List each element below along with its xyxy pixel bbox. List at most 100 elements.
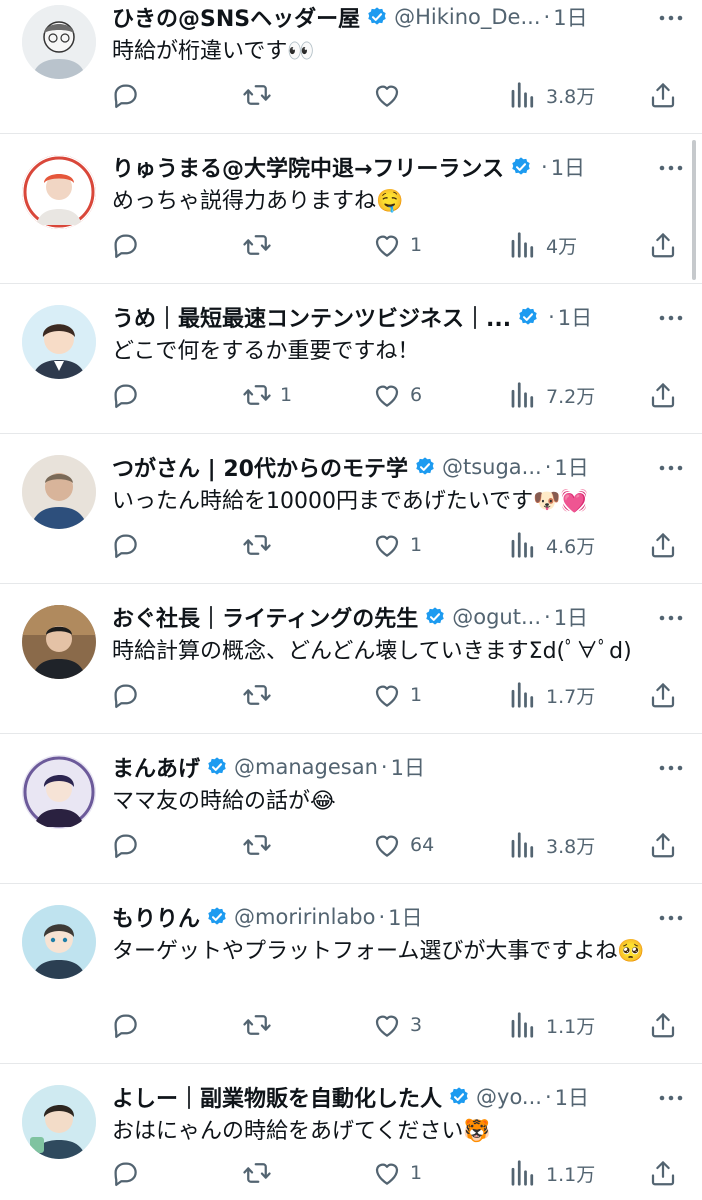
views-button[interactable]: 1.7万 — [508, 675, 595, 715]
display-name[interactable]: ひきの@SNSヘッダー屋 — [112, 1, 360, 33]
reply-button[interactable] — [110, 1153, 148, 1193]
tweet-card[interactable]: つがさん | 20代からのモテ学 @tsuga... · 1日 いったん時給を1… — [0, 450, 702, 584]
reply-button[interactable] — [110, 1005, 148, 1045]
views-button[interactable]: 1.1万 — [508, 1153, 595, 1193]
tweet-card[interactable]: りゅうまる@大学院中退→フリーランス · 1日 めっちゃ説得力ありますね🤤 1 … — [0, 150, 702, 284]
user-handle[interactable]: @ogut... — [452, 605, 541, 629]
avatar[interactable] — [22, 5, 96, 79]
scrollbar[interactable] — [692, 140, 696, 280]
timestamp[interactable]: 1日 — [555, 1082, 589, 1112]
more-icon[interactable] — [656, 458, 686, 478]
like-count: 3 — [410, 1014, 423, 1036]
retweet-button[interactable] — [242, 675, 280, 715]
like-button[interactable]: 64 — [372, 825, 434, 865]
share-button[interactable] — [648, 1153, 678, 1193]
display-name[interactable]: まんあげ — [112, 751, 200, 783]
user-handle[interactable]: @managesan — [234, 755, 378, 779]
avatar[interactable] — [22, 455, 96, 529]
like-button[interactable]: 3 — [372, 1005, 422, 1045]
views-button[interactable]: 3.8万 — [508, 825, 595, 865]
reply-button[interactable] — [110, 225, 148, 265]
reply-icon — [110, 680, 140, 710]
more-icon[interactable] — [656, 1088, 686, 1108]
avatar[interactable] — [22, 905, 96, 979]
views-icon — [508, 1158, 538, 1188]
views-button[interactable]: 3.8万 — [508, 75, 595, 115]
share-button[interactable] — [648, 525, 678, 565]
share-button[interactable] — [648, 375, 678, 415]
tweet-card[interactable]: うめ｜最短最速コンテンツビジネス｜... · 1日 どこで何をするか重要ですね！… — [0, 300, 702, 434]
separator-dot: · — [380, 755, 388, 779]
tweet-card[interactable]: ひきの@SNSヘッダー屋 @Hikino_De... · 1日 時給が桁違いです… — [0, 0, 702, 134]
user-handle[interactable]: @moririnlabo — [234, 905, 375, 929]
share-button[interactable] — [648, 1005, 678, 1045]
display-name[interactable]: うめ｜最短最速コンテンツビジネス｜... — [112, 301, 511, 333]
more-icon[interactable] — [656, 608, 686, 628]
retweet-button[interactable] — [242, 1005, 280, 1045]
views-icon — [508, 680, 538, 710]
share-icon — [648, 680, 678, 710]
views-button[interactable]: 4.6万 — [508, 525, 595, 565]
retweet-button[interactable] — [242, 225, 280, 265]
timestamp[interactable]: 1日 — [391, 752, 425, 782]
verified-badge-icon — [206, 756, 228, 778]
reply-button[interactable] — [110, 75, 148, 115]
more-icon[interactable] — [656, 908, 686, 928]
timestamp[interactable]: 1日 — [388, 902, 422, 932]
retweet-button[interactable] — [242, 525, 280, 565]
like-button[interactable]: 1 — [372, 1153, 422, 1193]
tweet-card[interactable]: もりりん @moririnlabo · 1日 ターゲットやプラットフォーム選びが… — [0, 900, 702, 1064]
retweet-button[interactable]: 1 — [242, 375, 292, 415]
retweet-icon — [242, 80, 272, 110]
tweet-card[interactable]: まんあげ @managesan · 1日 ママ友の時給の話が😂 64 3.8万 — [0, 750, 702, 884]
views-button[interactable]: 1.1万 — [508, 1005, 595, 1045]
timestamp[interactable]: 1日 — [554, 452, 588, 482]
avatar[interactable] — [22, 1085, 96, 1159]
tweet-card[interactable]: おぐ社長｜ライティングの先生 @ogut... · 1日 時給計算の概念、どんど… — [0, 600, 702, 734]
avatar[interactable] — [22, 605, 96, 679]
reply-button[interactable] — [110, 675, 148, 715]
share-button[interactable] — [648, 675, 678, 715]
views-button[interactable]: 7.2万 — [508, 375, 595, 415]
retweet-button[interactable] — [242, 75, 280, 115]
share-icon — [648, 230, 678, 260]
timestamp[interactable]: 1日 — [553, 2, 587, 32]
avatar[interactable] — [22, 155, 96, 229]
user-handle[interactable]: @tsuga... — [442, 455, 542, 479]
more-icon[interactable] — [656, 758, 686, 778]
display-name[interactable]: よしー｜副業物販を自動化した人 — [112, 1081, 442, 1113]
tweet-text: 時給計算の概念、どんどん壊していきますΣd(ﾟ∀ﾟd) — [112, 639, 632, 664]
more-icon[interactable] — [656, 158, 686, 178]
timestamp[interactable]: 1日 — [554, 602, 588, 632]
heart-icon — [372, 1010, 402, 1040]
like-button[interactable] — [372, 75, 410, 115]
reply-button[interactable] — [110, 525, 148, 565]
user-handle[interactable]: @Hikino_De... — [394, 5, 540, 29]
views-button[interactable]: 4万 — [508, 225, 577, 265]
like-button[interactable]: 1 — [372, 675, 422, 715]
share-button[interactable] — [648, 75, 678, 115]
reply-button[interactable] — [110, 825, 148, 865]
tweet-card[interactable]: よしー｜副業物販を自動化した人 @yo... · 1日 おはにゃんの時給をあげて… — [0, 1080, 702, 1200]
like-button[interactable]: 1 — [372, 525, 422, 565]
action-bar: 64 3.8万 — [110, 825, 680, 865]
display-name[interactable]: つがさん | 20代からのモテ学 — [112, 451, 408, 483]
display-name[interactable]: もりりん — [112, 901, 200, 933]
like-button[interactable]: 6 — [372, 375, 422, 415]
timestamp[interactable]: 1日 — [558, 302, 592, 332]
more-icon[interactable] — [656, 308, 686, 328]
avatar[interactable] — [22, 755, 96, 829]
separator-dot: · — [544, 605, 551, 629]
share-button[interactable] — [648, 825, 678, 865]
display-name[interactable]: おぐ社長｜ライティングの先生 — [112, 601, 418, 633]
timestamp[interactable]: 1日 — [551, 152, 585, 182]
user-handle[interactable]: @yo... — [476, 1085, 542, 1109]
retweet-button[interactable] — [242, 1153, 280, 1193]
reply-button[interactable] — [110, 375, 148, 415]
share-button[interactable] — [648, 225, 678, 265]
display-name[interactable]: りゅうまる@大学院中退→フリーランス — [112, 151, 504, 183]
like-button[interactable]: 1 — [372, 225, 422, 265]
avatar[interactable] — [22, 305, 96, 379]
more-icon[interactable] — [656, 8, 686, 28]
retweet-button[interactable] — [242, 825, 280, 865]
